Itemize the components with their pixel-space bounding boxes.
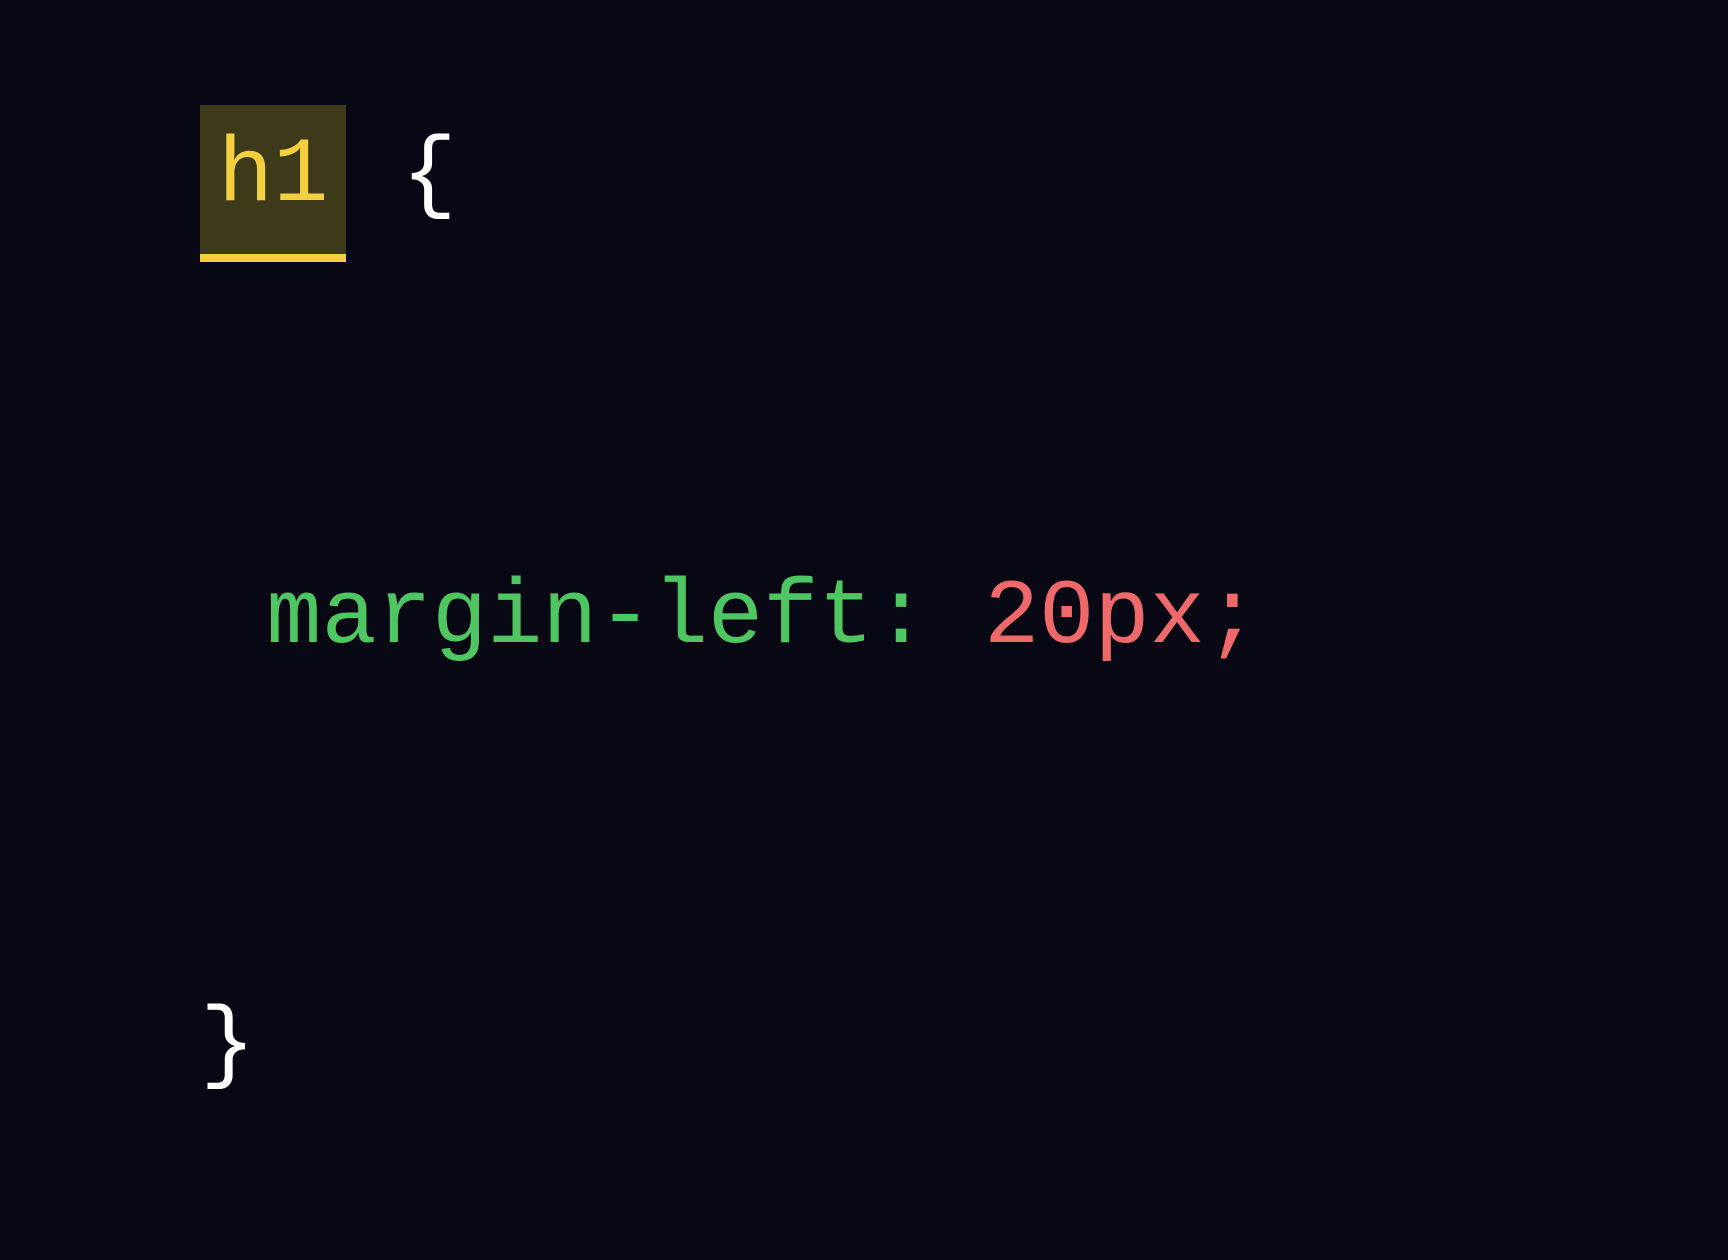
code-line-1: h1 { [200,105,1260,262]
code-line-3: } [200,975,1260,1118]
css-code-block: h1 { margin-left: 20px; } [0,0,1260,1260]
css-selector[interactable]: h1 [200,105,346,262]
css-value: 20px; [929,565,1260,670]
code-line-2: margin-left: 20px; [200,547,1260,690]
css-property: margin-left: [266,565,929,670]
brace-open: { [346,123,456,228]
brace-close: } [200,993,255,1098]
